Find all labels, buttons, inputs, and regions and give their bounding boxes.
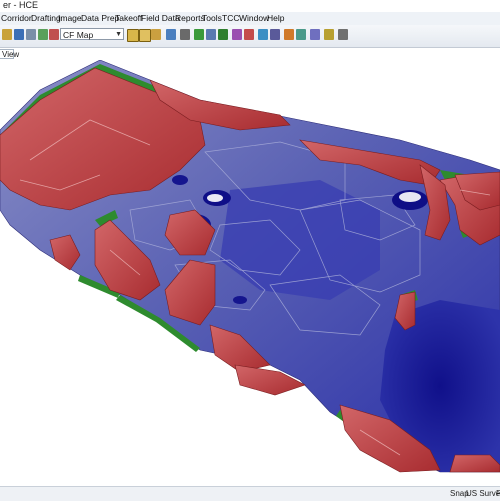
volume-icon[interactable] [284,29,294,40]
menu-item-help[interactable]: Help [267,13,284,23]
save-icon[interactable] [14,29,24,40]
menu-item-drafting[interactable]: Drafting [31,13,61,23]
map-select[interactable]: CF Map ▼ [60,28,124,40]
print-icon[interactable] [26,29,36,40]
toolbar: CF Map ▼ [0,25,500,48]
3d-view-icon[interactable] [310,29,320,40]
menu-item-field-data[interactable]: Field Data [141,13,180,23]
redo-icon[interactable] [49,29,59,40]
view-tabstrip: View [0,48,500,60]
delete-icon[interactable] [244,29,254,40]
status-extra: F [496,489,500,498]
section-icon[interactable] [270,29,280,40]
grid-icon[interactable] [180,29,190,40]
depression-marker [233,296,247,304]
cut-fill-map[interactable] [0,60,500,486]
edit-icon[interactable] [206,29,216,40]
menu-item-image[interactable]: Image [58,13,82,23]
menu-item-window[interactable]: Window [239,13,269,23]
measure-icon[interactable] [232,29,242,40]
tab-view-label: View [2,50,20,59]
profile-icon[interactable] [258,29,268,40]
menu-item-data-prep[interactable]: Data Prep [81,13,119,23]
layers-icon[interactable] [166,29,176,40]
zoom-icon[interactable] [151,29,161,40]
settings-icon[interactable] [338,29,348,40]
depression-marker [172,175,188,185]
menu-item-corridor[interactable]: Corridor [1,13,32,23]
contour-icon[interactable] [296,29,306,40]
pan-icon[interactable] [139,29,151,42]
map-select-value: CF Map [63,30,94,40]
menu-item-reports[interactable]: Reports [175,13,205,23]
chevron-down-icon: ▼ [115,31,122,38]
status-bar: Snap US Survey F [0,486,500,501]
title-bar: er - HCE [0,0,500,12]
depression-marker [399,192,421,202]
menu-item-tools[interactable]: Tools [202,13,222,23]
tab-view[interactable]: View [0,49,19,59]
tree-icon[interactable] [218,29,228,40]
menu-bar: Corridor Drafting Image Data Prep Takeof… [0,12,500,26]
folder-icon[interactable] [2,29,12,40]
menu-item-takeoff[interactable]: Takeoff [115,13,142,23]
undo-icon[interactable] [38,29,48,40]
3d-viewport[interactable] [0,60,500,486]
light-icon[interactable] [324,29,334,40]
window-title: er - HCE [3,0,39,10]
menu-item-tcc[interactable]: TCC [222,13,239,23]
select-icon[interactable] [127,29,139,42]
surface-icon[interactable] [194,29,204,40]
status-units: US Survey [466,489,500,498]
depression-marker [207,194,223,202]
